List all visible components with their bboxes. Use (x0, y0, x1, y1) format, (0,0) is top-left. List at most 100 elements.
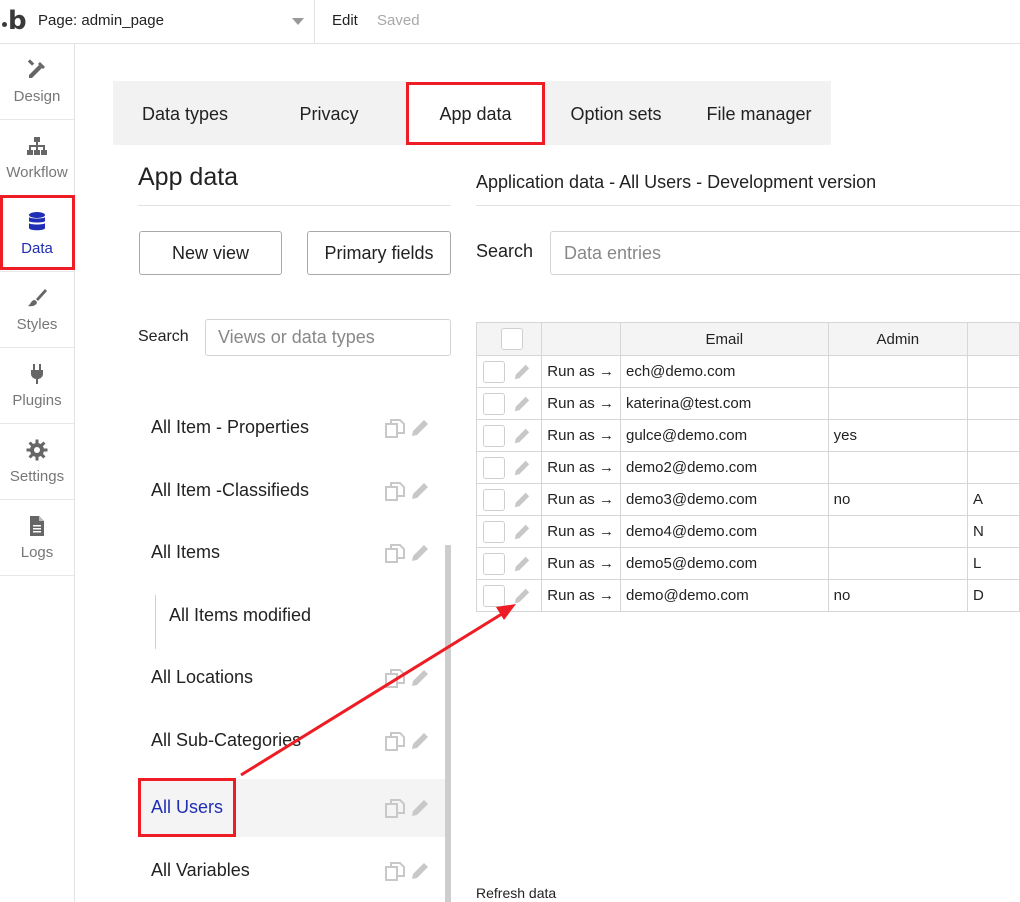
copy-icon[interactable] (384, 543, 406, 565)
top-bar: b Page: admin_page Edit Saved (0, 0, 1020, 44)
table-header-row: Email Admin (476, 322, 1020, 356)
pencil-icon[interactable] (513, 427, 531, 445)
view-item[interactable]: All Items modified (138, 587, 446, 649)
views-panel: App data New view Primary fields Search … (113, 145, 453, 902)
pencil-icon[interactable] (513, 523, 531, 541)
tab-data-types[interactable]: Data types (113, 81, 257, 145)
copy-icon[interactable] (384, 481, 406, 503)
copy-icon[interactable] (384, 668, 406, 690)
pencil-icon[interactable] (410, 731, 430, 751)
copy-icon[interactable] (384, 418, 406, 440)
table-row[interactable]: Run as → demo4@demo.com N (476, 515, 1020, 548)
extra-cell (966, 355, 1020, 388)
refresh-data-link[interactable]: Refresh data (476, 885, 556, 901)
pencil-icon[interactable] (410, 418, 430, 438)
views-search-input[interactable] (205, 319, 451, 356)
admin-cell: no (827, 579, 968, 612)
row-select-cell (476, 387, 543, 420)
table-row[interactable]: Run as → katerina@test.com (476, 387, 1020, 420)
copy-icon[interactable] (384, 861, 406, 883)
run-as-link[interactable]: Run as → (541, 483, 621, 516)
view-item[interactable]: All Item - Properties (138, 399, 446, 457)
run-as-link[interactable]: Run as → (541, 451, 621, 484)
nav-item-workflow[interactable]: Workflow (0, 120, 74, 196)
view-item[interactable]: All Locations (138, 649, 446, 707)
email-header[interactable]: Email (619, 322, 829, 356)
pencil-icon[interactable] (513, 395, 531, 413)
data-tabs: Data types Privacy App data Option sets … (113, 81, 831, 145)
row-checkbox[interactable] (483, 552, 505, 575)
run-as-link[interactable]: Run as → (541, 355, 621, 388)
view-item[interactable]: All Variables (138, 842, 446, 900)
copy-icon[interactable] (384, 798, 406, 820)
run-as-link[interactable]: Run as → (541, 419, 621, 452)
email-cell: ech@demo.com (619, 355, 829, 388)
row-checkbox[interactable] (483, 520, 505, 543)
page-selector[interactable]: Page: admin_page (30, 0, 315, 43)
tab-option-sets[interactable]: Option sets (545, 81, 687, 145)
table-row[interactable]: Run as → demo@demo.com no D (476, 579, 1020, 612)
edit-menu[interactable]: Edit (332, 12, 358, 29)
admin-cell (827, 515, 968, 548)
view-item[interactable]: All Sub-Categories (138, 712, 446, 770)
pencil-icon[interactable] (410, 543, 430, 563)
extra-cell: A (966, 483, 1020, 516)
tab-app-data[interactable]: App data (406, 81, 545, 145)
page-selector-label: Page: admin_page (38, 12, 164, 29)
table-row[interactable]: Run as → demo2@demo.com (476, 451, 1020, 484)
table-row[interactable]: Run as → ech@demo.com (476, 355, 1020, 388)
run-as-link[interactable]: Run as → (541, 547, 621, 580)
view-actions (384, 418, 432, 440)
row-select-cell (476, 451, 543, 484)
table-row[interactable]: Run as → demo5@demo.com L (476, 547, 1020, 580)
row-checkbox[interactable] (483, 392, 505, 415)
nav-item-data[interactable]: Data (0, 196, 74, 272)
pencil-icon[interactable] (410, 861, 430, 881)
select-all-header (476, 322, 543, 356)
brush-icon (28, 289, 47, 307)
nav-label: Workflow (6, 164, 68, 181)
table-row[interactable]: Run as → gulce@demo.com yes (476, 419, 1020, 452)
select-all-checkbox[interactable] (501, 328, 524, 350)
new-view-button[interactable]: New view (139, 231, 282, 275)
primary-fields-button[interactable]: Primary fields (307, 231, 451, 275)
pencil-icon[interactable] (513, 363, 531, 381)
nav-item-styles[interactable]: Styles (0, 272, 74, 348)
tab-file-manager[interactable]: File manager (687, 81, 831, 145)
nav-item-plugins[interactable]: Plugins (0, 348, 74, 424)
child-indent-line (155, 595, 156, 649)
entries-search-input[interactable] (550, 231, 1020, 275)
pencil-icon[interactable] (513, 491, 531, 509)
table-row[interactable]: Run as → demo3@demo.com no A (476, 483, 1020, 516)
run-as-link[interactable]: Run as → (541, 387, 621, 420)
extra-cell: L (966, 547, 1020, 580)
pencil-icon[interactable] (410, 668, 430, 688)
row-select-cell (476, 547, 543, 580)
view-item-selected[interactable]: All Users (138, 779, 446, 837)
copy-icon[interactable] (384, 731, 406, 753)
view-item[interactable]: All Items (138, 524, 446, 582)
tab-privacy[interactable]: Privacy (257, 81, 401, 145)
nav-item-design[interactable]: Design (0, 44, 74, 120)
pencil-icon[interactable] (513, 555, 531, 573)
row-checkbox[interactable] (483, 584, 505, 607)
bubble-logo[interactable]: b (2, 6, 30, 36)
view-item[interactable]: All Item -Classifieds (138, 462, 446, 520)
nav-item-settings[interactable]: Settings (0, 424, 74, 500)
row-checkbox[interactable] (483, 488, 505, 511)
row-checkbox[interactable] (483, 456, 505, 479)
row-checkbox[interactable] (483, 424, 505, 447)
run-as-link[interactable]: Run as → (541, 579, 621, 612)
nav-item-logs[interactable]: Logs (0, 500, 74, 576)
pencil-icon[interactable] (513, 587, 531, 605)
pencil-icon[interactable] (410, 798, 430, 818)
extra-cell: D (966, 579, 1020, 612)
pencil-icon[interactable] (410, 481, 430, 501)
row-select-cell (476, 515, 543, 548)
views-scrollbar[interactable] (445, 545, 451, 902)
admin-header[interactable]: Admin (827, 322, 968, 356)
run-as-link[interactable]: Run as → (541, 515, 621, 548)
view-actions (384, 731, 432, 753)
pencil-icon[interactable] (513, 459, 531, 477)
row-checkbox[interactable] (483, 360, 505, 383)
